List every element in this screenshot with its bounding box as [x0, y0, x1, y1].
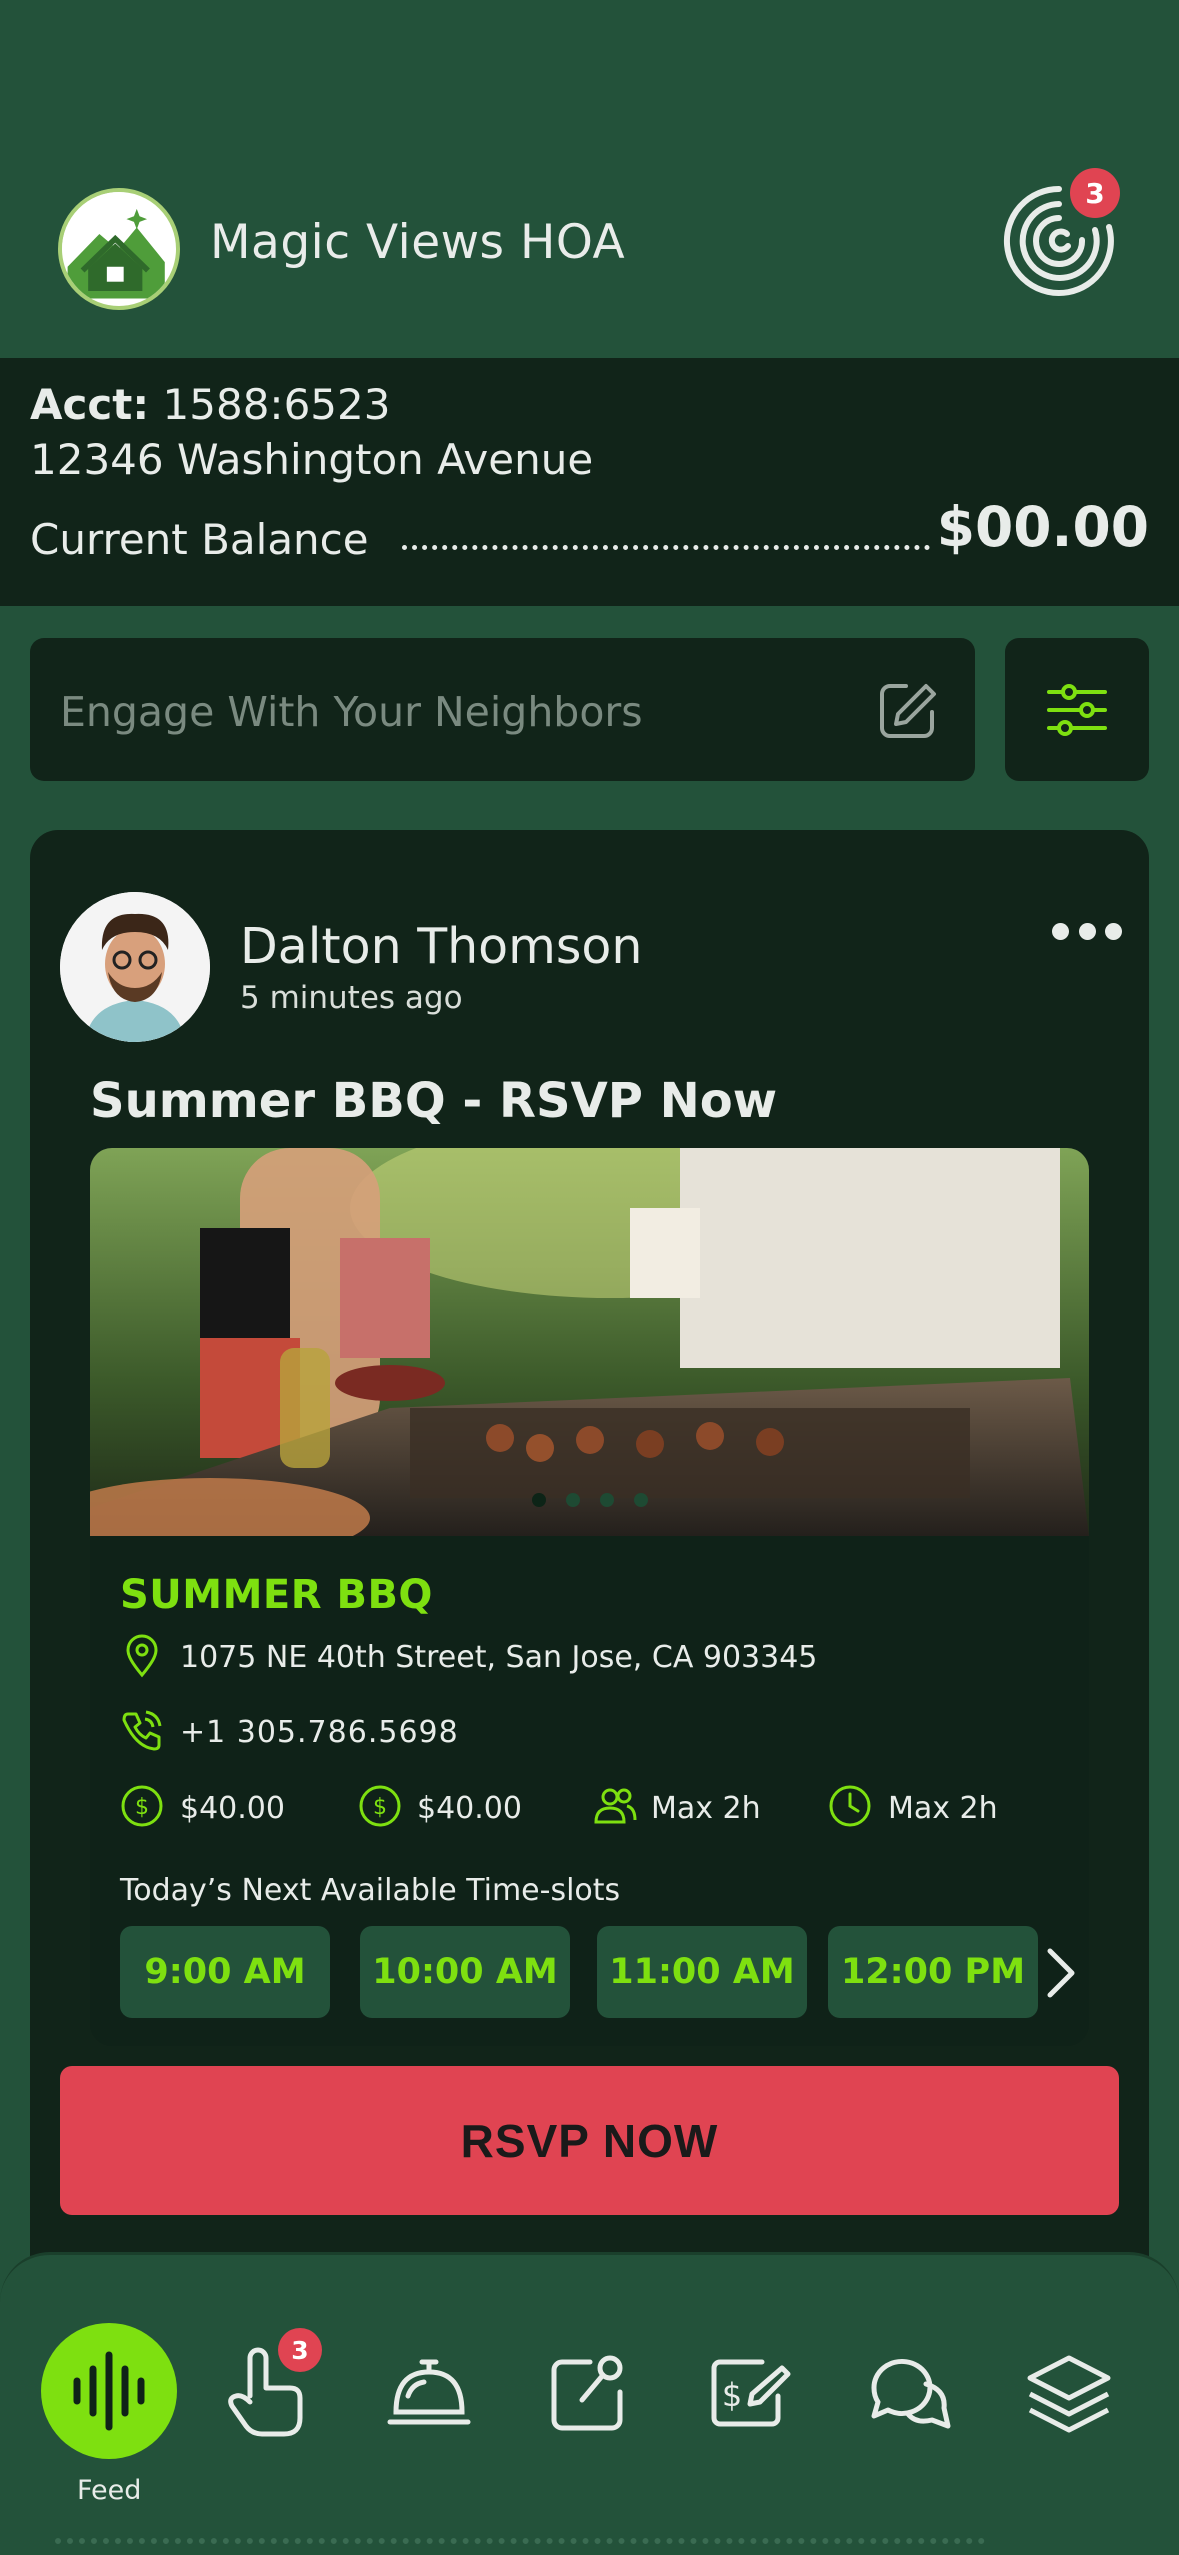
- nav-feed-label: Feed: [77, 2475, 142, 2506]
- svg-text:$: $: [722, 2376, 742, 2414]
- balance-value: $00.00: [936, 495, 1149, 559]
- chevron-right-icon[interactable]: [1040, 1945, 1080, 2001]
- nav-tap[interactable]: 3: [220, 2328, 322, 2440]
- time-slot-button[interactable]: 12:00 PM: [828, 1926, 1038, 2018]
- maintenance-request-icon[interactable]: [546, 2350, 632, 2436]
- event-max-time: Max 2h: [888, 1791, 998, 1826]
- svg-text:$: $: [373, 1795, 387, 1820]
- feed-icon: [73, 2351, 145, 2431]
- nav-feed[interactable]: [41, 2323, 177, 2459]
- location-pin-icon: [126, 1634, 158, 1678]
- account-number: Acct: 1588:6523: [30, 380, 391, 429]
- compose-icon[interactable]: [876, 680, 938, 742]
- sliders-icon: [1047, 683, 1107, 736]
- people-icon: [594, 1788, 637, 1824]
- time-slot-button[interactable]: 11:00 AM: [597, 1926, 807, 2018]
- author-avatar[interactable]: [60, 892, 210, 1042]
- app-title: Magic Views HOA: [210, 215, 626, 270]
- hoa-logo: [58, 188, 180, 310]
- notification-badge: 3: [1070, 168, 1120, 218]
- time-slot-button[interactable]: 10:00 AM: [360, 1926, 570, 2018]
- author-name[interactable]: Dalton Thomson: [240, 918, 642, 975]
- dollar-icon: $: [359, 1785, 401, 1827]
- dollar-icon: $: [121, 1785, 163, 1827]
- event-phone[interactable]: +1 305.786.5698: [180, 1715, 459, 1750]
- phone-icon: [122, 1710, 162, 1751]
- event-photo[interactable]: [90, 1148, 1089, 1536]
- concierge-bell-icon[interactable]: [386, 2350, 472, 2436]
- balance-leader-dots: [402, 545, 930, 550]
- more-options-icon[interactable]: [1052, 923, 1122, 947]
- post-input-placeholder: Engage With Your Neighbors: [60, 688, 643, 736]
- notifications-button[interactable]: 3: [994, 168, 1124, 302]
- nav-tap-badge: 3: [278, 2328, 322, 2372]
- account-address: 12346 Washington Avenue: [30, 435, 594, 484]
- layers-icon[interactable]: [1026, 2350, 1112, 2436]
- time-slots-label: Today’s Next Available Time-slots: [120, 1873, 621, 1908]
- event-price-2: $40.00: [417, 1791, 522, 1826]
- chat-icon[interactable]: [866, 2350, 952, 2436]
- filter-button[interactable]: [1005, 638, 1149, 781]
- payment-icon[interactable]: $: [706, 2350, 792, 2436]
- event-price-1: $40.00: [180, 1791, 285, 1826]
- post-timestamp: 5 minutes ago: [240, 980, 463, 1016]
- clock-icon: [829, 1785, 871, 1827]
- svg-text:$: $: [135, 1795, 149, 1820]
- time-slot-button[interactable]: 9:00 AM: [120, 1926, 330, 2018]
- event-max-people: Max 2h: [651, 1791, 761, 1826]
- home-indicator: [55, 2538, 985, 2544]
- balance-label: Current Balance: [30, 515, 369, 564]
- event-address[interactable]: 1075 NE 40th Street, San Jose, CA 903345: [180, 1640, 817, 1675]
- post-title: Summer BBQ - RSVP Now: [90, 1073, 778, 1129]
- event-name: SUMMER BBQ: [120, 1572, 433, 1618]
- carousel-dots[interactable]: [532, 1493, 648, 1507]
- rsvp-button[interactable]: RSVP NOW: [60, 2066, 1119, 2215]
